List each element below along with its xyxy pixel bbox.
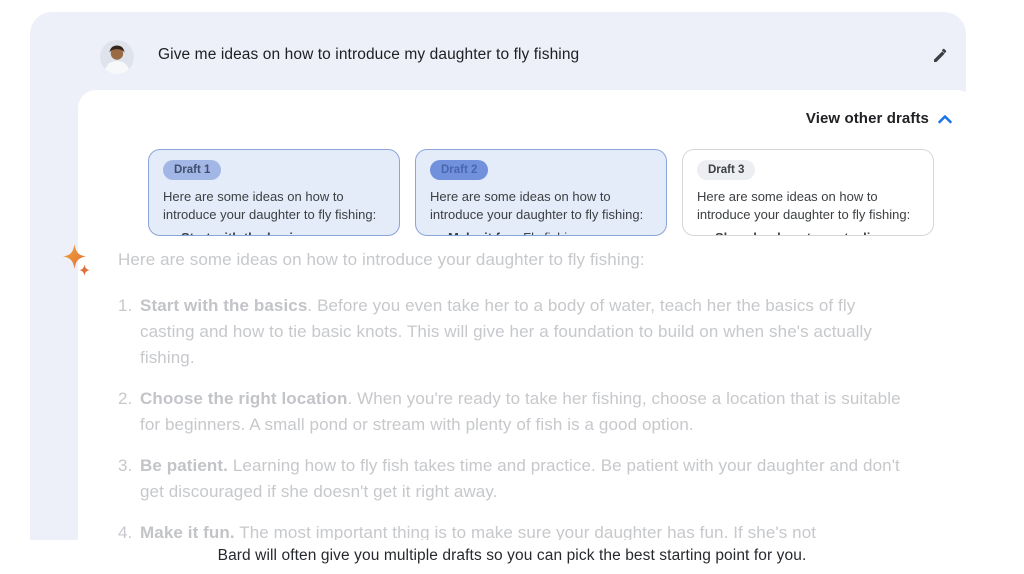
draft-1-intro: Here are some ideas on how to introduce … xyxy=(163,188,385,224)
draft-card-1[interactable]: Draft 1 Here are some ideas on how to in… xyxy=(148,149,400,236)
prompt-row: Give me ideas on how to introduce my dau… xyxy=(70,38,986,78)
view-other-drafts-label: View other drafts xyxy=(806,110,929,127)
draft-2-bullet: Make it fun. Fly fishing can xyxy=(430,229,652,236)
draft-3-bullet: Show her how to cast a line xyxy=(697,229,919,236)
list-item: 2. Choose the right location. When you'r… xyxy=(118,386,904,438)
caption-text: Bard will often give you multiple drafts… xyxy=(0,540,1024,572)
list-item-number: 3. xyxy=(118,453,140,505)
draft-3-intro: Here are some ideas on how to introduce … xyxy=(697,188,919,224)
draft-1-bullet-bold: Start with the basics xyxy=(181,230,307,236)
draft-2-chip: Draft 2 xyxy=(430,160,488,180)
draft-cards-row: Draft 1 Here are some ideas on how to in… xyxy=(148,149,934,236)
view-other-drafts-toggle[interactable]: View other drafts xyxy=(806,110,953,127)
draft-3-chip: Draft 3 xyxy=(697,160,755,180)
user-avatar-image xyxy=(100,40,134,74)
draft-3-bullet-bold: Show her how to cast a line xyxy=(715,230,885,236)
response-intro: Here are some ideas on how to introduce … xyxy=(118,247,904,273)
draft-2-bullet-bold: Make it fun. xyxy=(448,230,520,236)
list-item-bold: Be patient. xyxy=(140,456,228,475)
avatar xyxy=(100,40,134,74)
draft-2-bullet-rest: Fly fishing can xyxy=(520,230,607,236)
draft-1-chip: Draft 1 xyxy=(163,160,221,180)
chevron-up-icon xyxy=(937,113,953,125)
draft-2-intro: Here are some ideas on how to introduce … xyxy=(430,188,652,224)
list-item-text: Choose the right location. When you're r… xyxy=(140,386,904,438)
list-item-text: Start with the basics. Before you even t… xyxy=(140,293,904,371)
edit-pencil-icon xyxy=(930,46,950,66)
caption-strip: Bard will often give you multiple drafts… xyxy=(0,540,1024,574)
edit-prompt-button[interactable] xyxy=(930,46,950,66)
response-body: Here are some ideas on how to introduce … xyxy=(118,247,904,561)
list-item-bold: Start with the basics xyxy=(140,296,307,315)
list-item-text: Be patient. Learning how to fly fish tak… xyxy=(140,453,904,505)
list-item-rest: Learning how to fly fish takes time and … xyxy=(140,456,900,501)
prompt-text: Give me ideas on how to introduce my dau… xyxy=(158,46,579,64)
list-item: 1. Start with the basics. Before you eve… xyxy=(118,293,904,371)
bard-sparkle-icon xyxy=(60,243,94,277)
draft-card-3[interactable]: Draft 3 Here are some ideas on how to in… xyxy=(682,149,934,236)
list-item: 3. Be patient. Learning how to fly fish … xyxy=(118,453,904,505)
draft-1-bullet: Start with the basics xyxy=(163,229,385,236)
list-item-number: 1. xyxy=(118,293,140,371)
list-item-bold: Choose the right location xyxy=(140,389,347,408)
list-item-number: 2. xyxy=(118,386,140,438)
draft-card-2[interactable]: Draft 2 Here are some ideas on how to in… xyxy=(415,149,667,236)
